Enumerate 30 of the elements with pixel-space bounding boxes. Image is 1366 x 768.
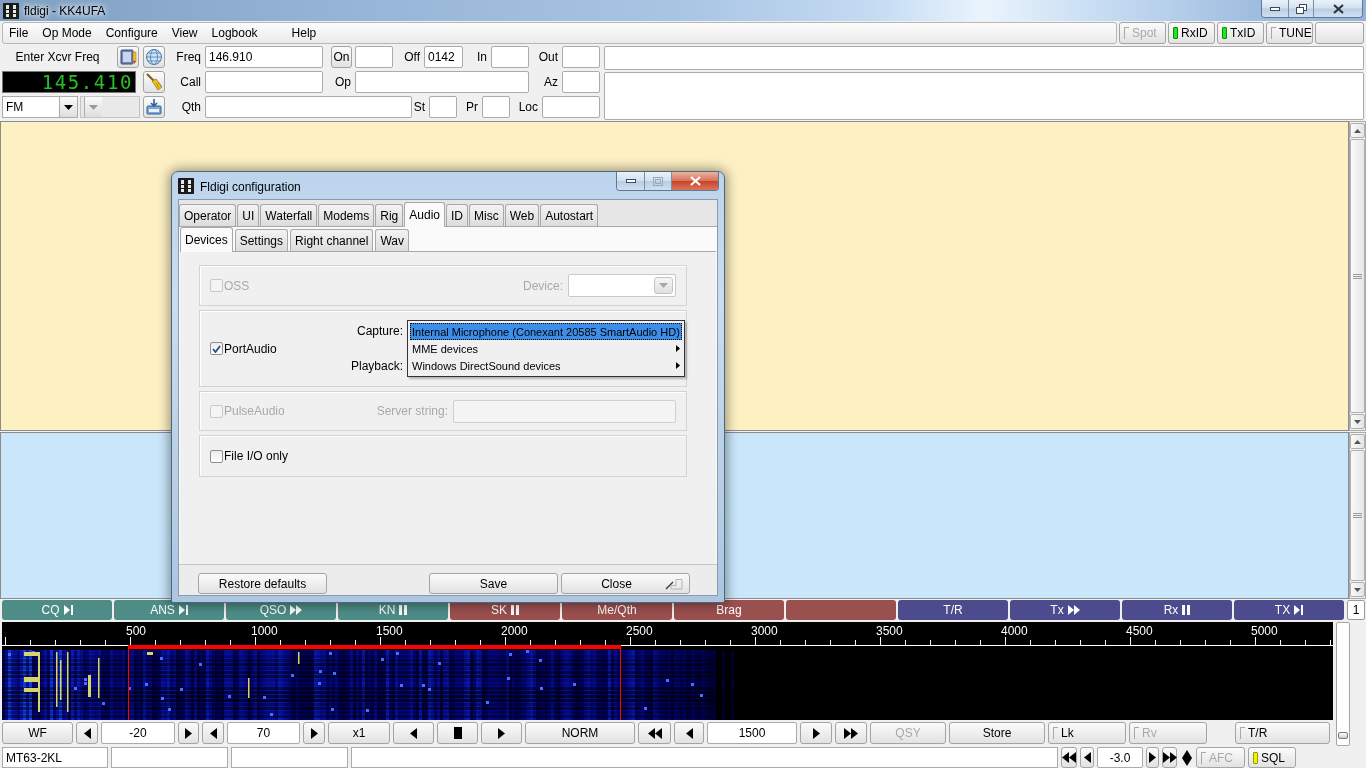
az-label: Az [544,75,558,89]
in-label: In [477,50,487,64]
frequency-label: 2000 [501,624,528,638]
loc-label: Loc [518,100,538,114]
pr-label: Pr [466,100,478,114]
device-label: Device: [523,278,563,293]
call-label: Call [180,75,201,89]
dialog-title: Fldigi configuration [200,180,301,194]
frequency-label: 3000 [751,624,778,638]
server-string-label: Server string: [376,404,448,418]
qth-label: Qth [181,100,201,114]
out-label: Out [538,50,558,64]
playback-label: Playback: [350,359,403,373]
mode-status: MT63-2KL [2,747,108,768]
frequency-label: 5000 [1251,624,1278,638]
frequency-label: 1500 [376,624,403,638]
frequency-label: 2500 [626,624,653,638]
macro-page-label: 1 [1347,600,1365,620]
window-title: fldigi - KK4UFA [24,3,106,18]
xcvr-frequency-label: Enter Xcvr Freq [15,50,100,64]
frequency-label: 3500 [876,624,903,638]
freq-label: Freq [176,50,201,64]
capture-label: Capture: [356,324,403,338]
st-label: St [413,100,425,114]
frequency-label: 1000 [251,624,278,638]
off-label: Off [404,50,420,64]
frequency-label: 4500 [1126,624,1153,638]
frequency-label: 4000 [1001,624,1028,638]
op-label: Op [335,75,351,89]
frequency-label: 500 [126,624,147,638]
